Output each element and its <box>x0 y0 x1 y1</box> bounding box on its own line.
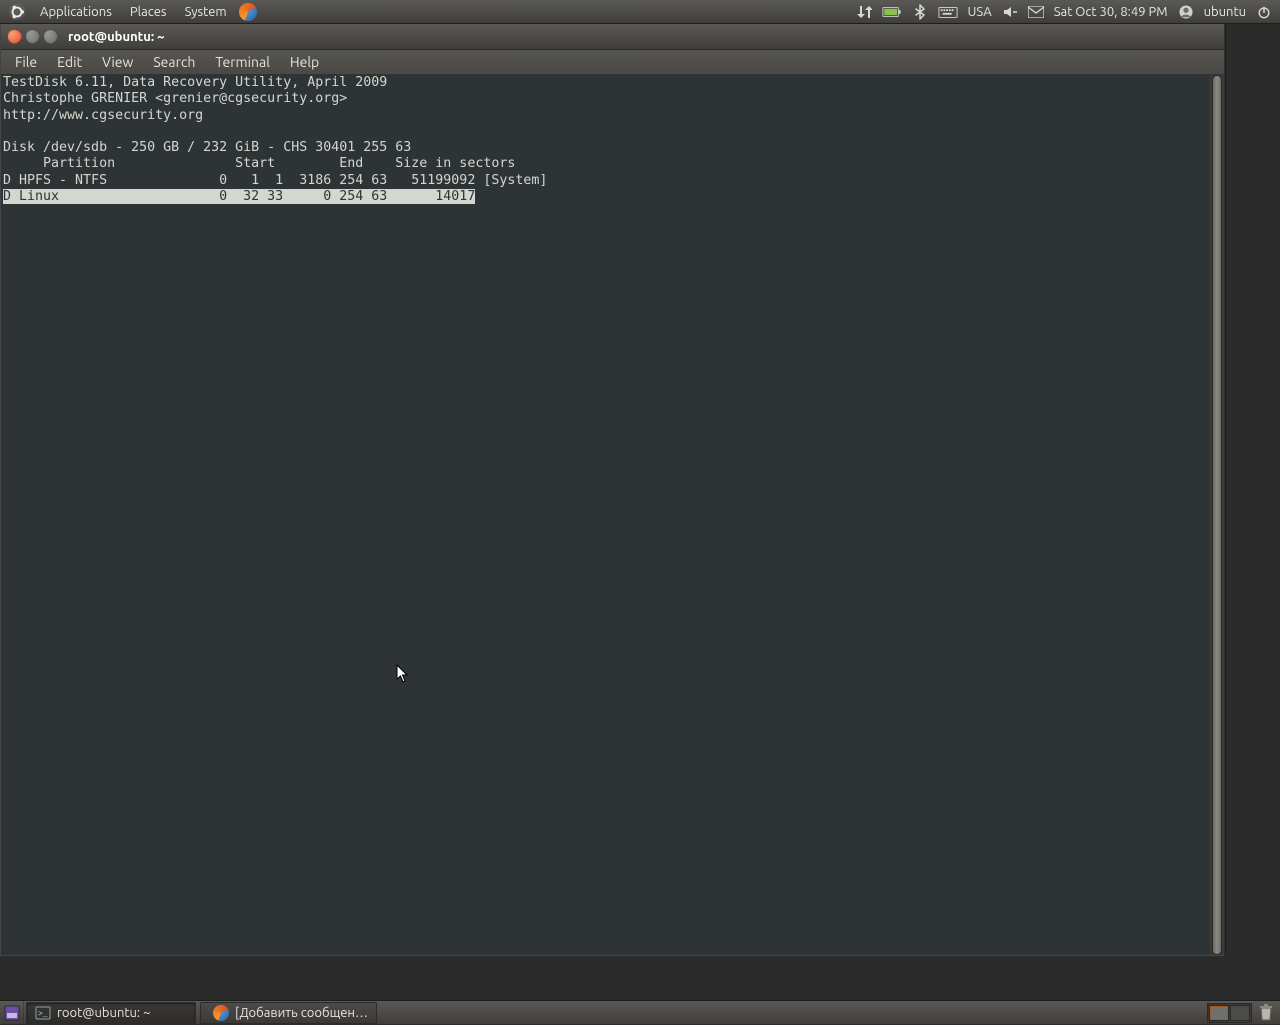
window-titlebar[interactable]: root@ubuntu: ~ <box>1 24 1224 50</box>
clock[interactable]: Sat Oct 30, 8:49 PM <box>1054 5 1168 19</box>
mail-icon[interactable] <box>1028 4 1044 20</box>
workspace-1[interactable] <box>1209 1005 1229 1021</box>
partition-row-2-selected[interactable]: D Linux 0 32 33 0 254 63 14017 <box>3 189 475 204</box>
testdisk-header: TestDisk 6.11, Data Recovery Utility, Ap… <box>3 75 387 90</box>
terminal-output[interactable]: TestDisk 6.11, Data Recovery Utility, Ap… <box>1 75 1224 955</box>
menu-terminal[interactable]: Terminal <box>205 51 280 73</box>
terminal-menubar: File Edit View Search Terminal Help <box>1 50 1224 75</box>
network-icon[interactable] <box>856 4 872 20</box>
workspace-switcher[interactable] <box>1207 1003 1252 1023</box>
menu-places[interactable]: Places <box>122 2 175 22</box>
ubuntu-logo-icon[interactable] <box>6 1 28 23</box>
system-tray: USA Sat Oct 30, 8:49 PM ubuntu <box>856 0 1280 23</box>
keyboard-layout-indicator[interactable]: USA <box>968 5 992 19</box>
workspace-2[interactable] <box>1230 1005 1250 1021</box>
volume-icon[interactable] <box>1002 4 1018 20</box>
menu-search[interactable]: Search <box>143 51 205 73</box>
window-close-button[interactable] <box>7 29 22 44</box>
keyboard-icon[interactable] <box>938 4 958 20</box>
task-firefox-label: [Добавить сообщен… <box>235 1006 368 1020</box>
menu-edit[interactable]: Edit <box>47 51 92 73</box>
user-name[interactable]: ubuntu <box>1204 5 1246 19</box>
bluetooth-icon[interactable] <box>912 4 928 20</box>
partition-columns: Partition Start End Size in sectors <box>3 156 515 171</box>
user-menu-icon[interactable] <box>1178 4 1194 20</box>
task-firefox[interactable]: [Добавить сообщен… <box>200 1002 377 1024</box>
testdisk-author: Christophe GRENIER <grenier@cgsecurity.o… <box>3 91 347 106</box>
disk-info-line: Disk /dev/sdb - 250 GB / 232 GiB - CHS 3… <box>3 140 411 155</box>
menu-system[interactable]: System <box>177 2 235 22</box>
top-panel: Applications Places System USA Sat Oct 3… <box>0 0 1280 24</box>
show-desktop-button[interactable] <box>0 1001 24 1025</box>
menu-help[interactable]: Help <box>280 51 329 73</box>
window-title: root@ubuntu: ~ <box>68 30 165 44</box>
terminal-task-icon: >_ <box>35 1005 51 1021</box>
battery-icon[interactable] <box>882 4 902 20</box>
terminal-window: root@ubuntu: ~ File Edit View Search Ter… <box>0 24 1225 956</box>
terminal-scrollbar[interactable] <box>1210 75 1224 955</box>
window-minimize-button[interactable] <box>25 29 40 44</box>
firefox-launcher-icon[interactable] <box>239 3 257 21</box>
menu-view[interactable]: View <box>92 51 143 73</box>
task-terminal-label: root@ubuntu: ~ <box>57 1006 150 1020</box>
svg-text:>_: >_ <box>38 1010 48 1019</box>
menu-applications[interactable]: Applications <box>32 2 120 22</box>
window-maximize-button[interactable] <box>43 29 58 44</box>
bottom-panel: >_ root@ubuntu: ~ [Добавить сообщен… <box>0 1000 1280 1024</box>
trash-icon[interactable] <box>1258 1004 1276 1022</box>
global-menu: Applications Places System <box>32 2 235 22</box>
task-terminal[interactable]: >_ root@ubuntu: ~ <box>26 1002 196 1024</box>
partition-row-1: D HPFS - NTFS 0 1 1 3186 254 63 51199092… <box>3 173 547 188</box>
firefox-task-icon <box>213 1005 229 1021</box>
testdisk-url: http://www.cgsecurity.org <box>3 108 203 123</box>
power-icon[interactable] <box>1256 4 1272 20</box>
menu-file[interactable]: File <box>5 51 47 73</box>
